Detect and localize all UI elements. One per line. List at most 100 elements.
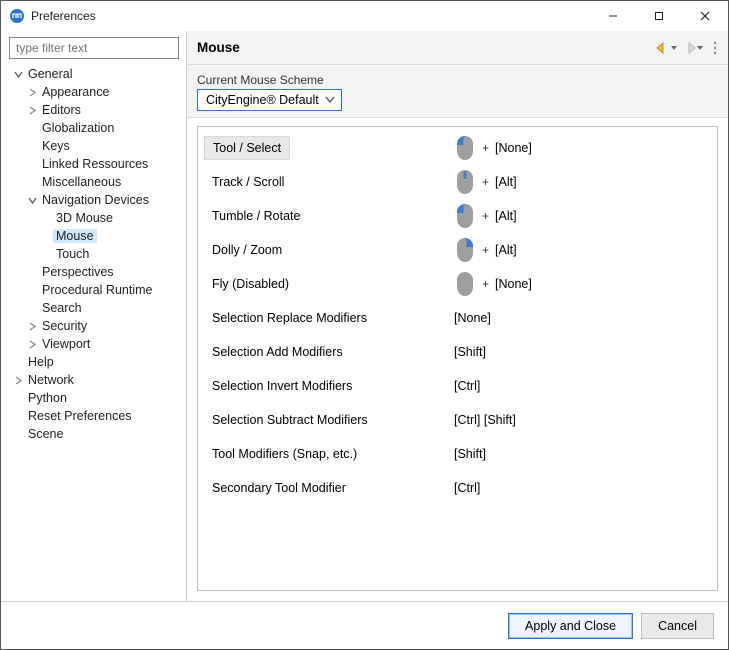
chevron-right-icon	[25, 322, 39, 331]
preferences-window: Preferences General AppearanceEditors Glob…	[0, 0, 729, 650]
tree-item[interactable]: Viewport	[5, 335, 182, 353]
binding-modifier: [Alt]	[495, 175, 517, 189]
tree-item[interactable]: Navigation Devices	[5, 191, 182, 209]
tree-item[interactable]: 3D Mouse	[5, 209, 182, 227]
scheme-group: Current Mouse Scheme CityEngine® Default	[187, 65, 728, 118]
binding-value: [Ctrl] [Shift]	[454, 413, 516, 427]
tree-item-label: Miscellaneous	[39, 175, 124, 189]
binding-action: Track / Scroll	[204, 171, 292, 193]
nav-back-button[interactable]	[656, 42, 678, 54]
tree-item[interactable]: Procedural Runtime	[5, 281, 182, 299]
binding-modifier: [Alt]	[495, 209, 517, 223]
tree-item[interactable]: Security	[5, 317, 182, 335]
tree-item[interactable]: Appearance	[5, 83, 182, 101]
binding-row[interactable]: Selection Subtract Modifiers [Ctrl] [Shif…	[198, 403, 717, 437]
binding-row[interactable]: Dolly / Zoom + [Alt]	[198, 233, 717, 267]
tree-item[interactable]: Miscellaneous	[5, 173, 182, 191]
preferences-page: Mouse Current Mouse Scheme CityEngine® D…	[187, 31, 728, 601]
binding-row[interactable]: Fly (Disabled)+[None]	[198, 267, 717, 301]
plus-label: +	[482, 209, 489, 223]
chevron-down-icon	[11, 70, 25, 79]
apply-and-close-button[interactable]: Apply and Close	[508, 613, 633, 639]
close-button[interactable]	[682, 1, 728, 31]
binding-row[interactable]: Tool Modifiers (Snap, etc.) [Shift]	[198, 437, 717, 471]
filter-input[interactable]	[9, 37, 179, 59]
chevron-right-icon	[25, 340, 39, 349]
scheme-value: CityEngine® Default	[206, 93, 319, 107]
tree-item-label: Keys	[39, 139, 73, 153]
binding-row[interactable]: Tumble / Rotate + [Alt]	[198, 199, 717, 233]
tree-item-label: Viewport	[39, 337, 93, 351]
tree-item[interactable]: Python	[5, 389, 182, 407]
binding-value: [Ctrl]	[454, 481, 480, 495]
tree-item-label: Reset Preferences	[25, 409, 135, 423]
binding-row[interactable]: Secondary Tool Modifier [Ctrl]	[198, 471, 717, 505]
tree-item-label: Navigation Devices	[39, 193, 152, 207]
binding-action: Selection Replace Modifiers	[204, 307, 375, 329]
cancel-button[interactable]: Cancel	[641, 613, 714, 639]
binding-action: Selection Subtract Modifiers	[204, 409, 376, 431]
tree-item[interactable]: Linked Ressources	[5, 155, 182, 173]
tree-item[interactable]: Editors	[5, 101, 182, 119]
tree-item[interactable]: Network	[5, 371, 182, 389]
binding-value: [Shift]	[454, 447, 486, 461]
tree-item[interactable]: Scene	[5, 425, 182, 443]
scheme-label: Current Mouse Scheme	[197, 73, 718, 87]
binding-action: Tool Modifiers (Snap, etc.)	[204, 443, 365, 465]
preferences-tree[interactable]: General AppearanceEditors Globalization Key…	[5, 65, 182, 443]
binding-row[interactable]: Selection Add Modifiers [Shift]	[198, 335, 717, 369]
minimize-button[interactable]	[590, 1, 636, 31]
tree-item-label: Help	[25, 355, 57, 369]
tree-item[interactable]: Perspectives	[5, 263, 182, 281]
binding-modifier: [Alt]	[495, 243, 517, 257]
plus-label: +	[482, 141, 489, 155]
binding-row[interactable]: Selection Replace Modifiers[None]	[198, 301, 717, 335]
tree-item-label: 3D Mouse	[53, 211, 116, 225]
binding-action: Dolly / Zoom	[204, 239, 290, 261]
binding-row[interactable]: Selection Invert Modifiers[Ctrl]	[198, 369, 717, 403]
tree-item[interactable]: Search	[5, 299, 182, 317]
maximize-button[interactable]	[636, 1, 682, 31]
tree-item[interactable]: Touch	[5, 245, 182, 263]
binding-action: Tumble / Rotate	[204, 205, 308, 227]
chevron-down-icon	[25, 196, 39, 205]
nav-forward-button[interactable]	[682, 42, 704, 54]
scheme-select[interactable]: CityEngine® Default	[197, 89, 342, 111]
page-header: Mouse	[187, 31, 728, 65]
tree-item[interactable]: Keys	[5, 137, 182, 155]
tree-item-label: Mouse	[53, 229, 97, 243]
tree-item[interactable]: General	[5, 65, 182, 83]
binding-row[interactable]: Track / Scroll + [Alt]	[198, 165, 717, 199]
mouse-icon	[454, 271, 476, 297]
binding-action: Selection Invert Modifiers	[204, 375, 360, 397]
plus-label: +	[482, 243, 489, 257]
titlebar: Preferences	[1, 1, 728, 31]
app-icon	[9, 8, 25, 24]
page-menu-button[interactable]	[712, 40, 718, 56]
binding-value: [Shift]	[454, 345, 486, 359]
window-title: Preferences	[31, 9, 590, 23]
tree-item-label: Globalization	[39, 121, 117, 135]
tree-item-label: Perspectives	[39, 265, 117, 279]
binding-action: Secondary Tool Modifier	[204, 477, 354, 499]
binding-action: Fly (Disabled)	[204, 273, 297, 295]
binding-modifier: [None]	[495, 277, 532, 291]
binding-row[interactable]: Tool / Select+[None]	[198, 131, 717, 165]
tree-item-label: Python	[25, 391, 70, 405]
mouse-icon	[454, 169, 476, 195]
chevron-right-icon	[25, 106, 39, 115]
tree-item[interactable]: Globalization	[5, 119, 182, 137]
tree-item-label: Search	[39, 301, 85, 315]
tree-item-label: Procedural Runtime	[39, 283, 155, 297]
plus-label: +	[482, 175, 489, 189]
binding-action: Selection Add Modifiers	[204, 341, 351, 363]
tree-item[interactable]: Mouse	[5, 227, 182, 245]
tree-item[interactable]: Help	[5, 353, 182, 371]
tree-item-label: General	[25, 67, 75, 81]
binding-modifier: [None]	[495, 141, 532, 155]
dialog-footer: Apply and Close Cancel	[1, 601, 728, 649]
tree-item[interactable]: Reset Preferences	[5, 407, 182, 425]
tree-item-label: Touch	[53, 247, 92, 261]
tree-item-label: Scene	[25, 427, 66, 441]
mouse-icon	[454, 237, 476, 263]
